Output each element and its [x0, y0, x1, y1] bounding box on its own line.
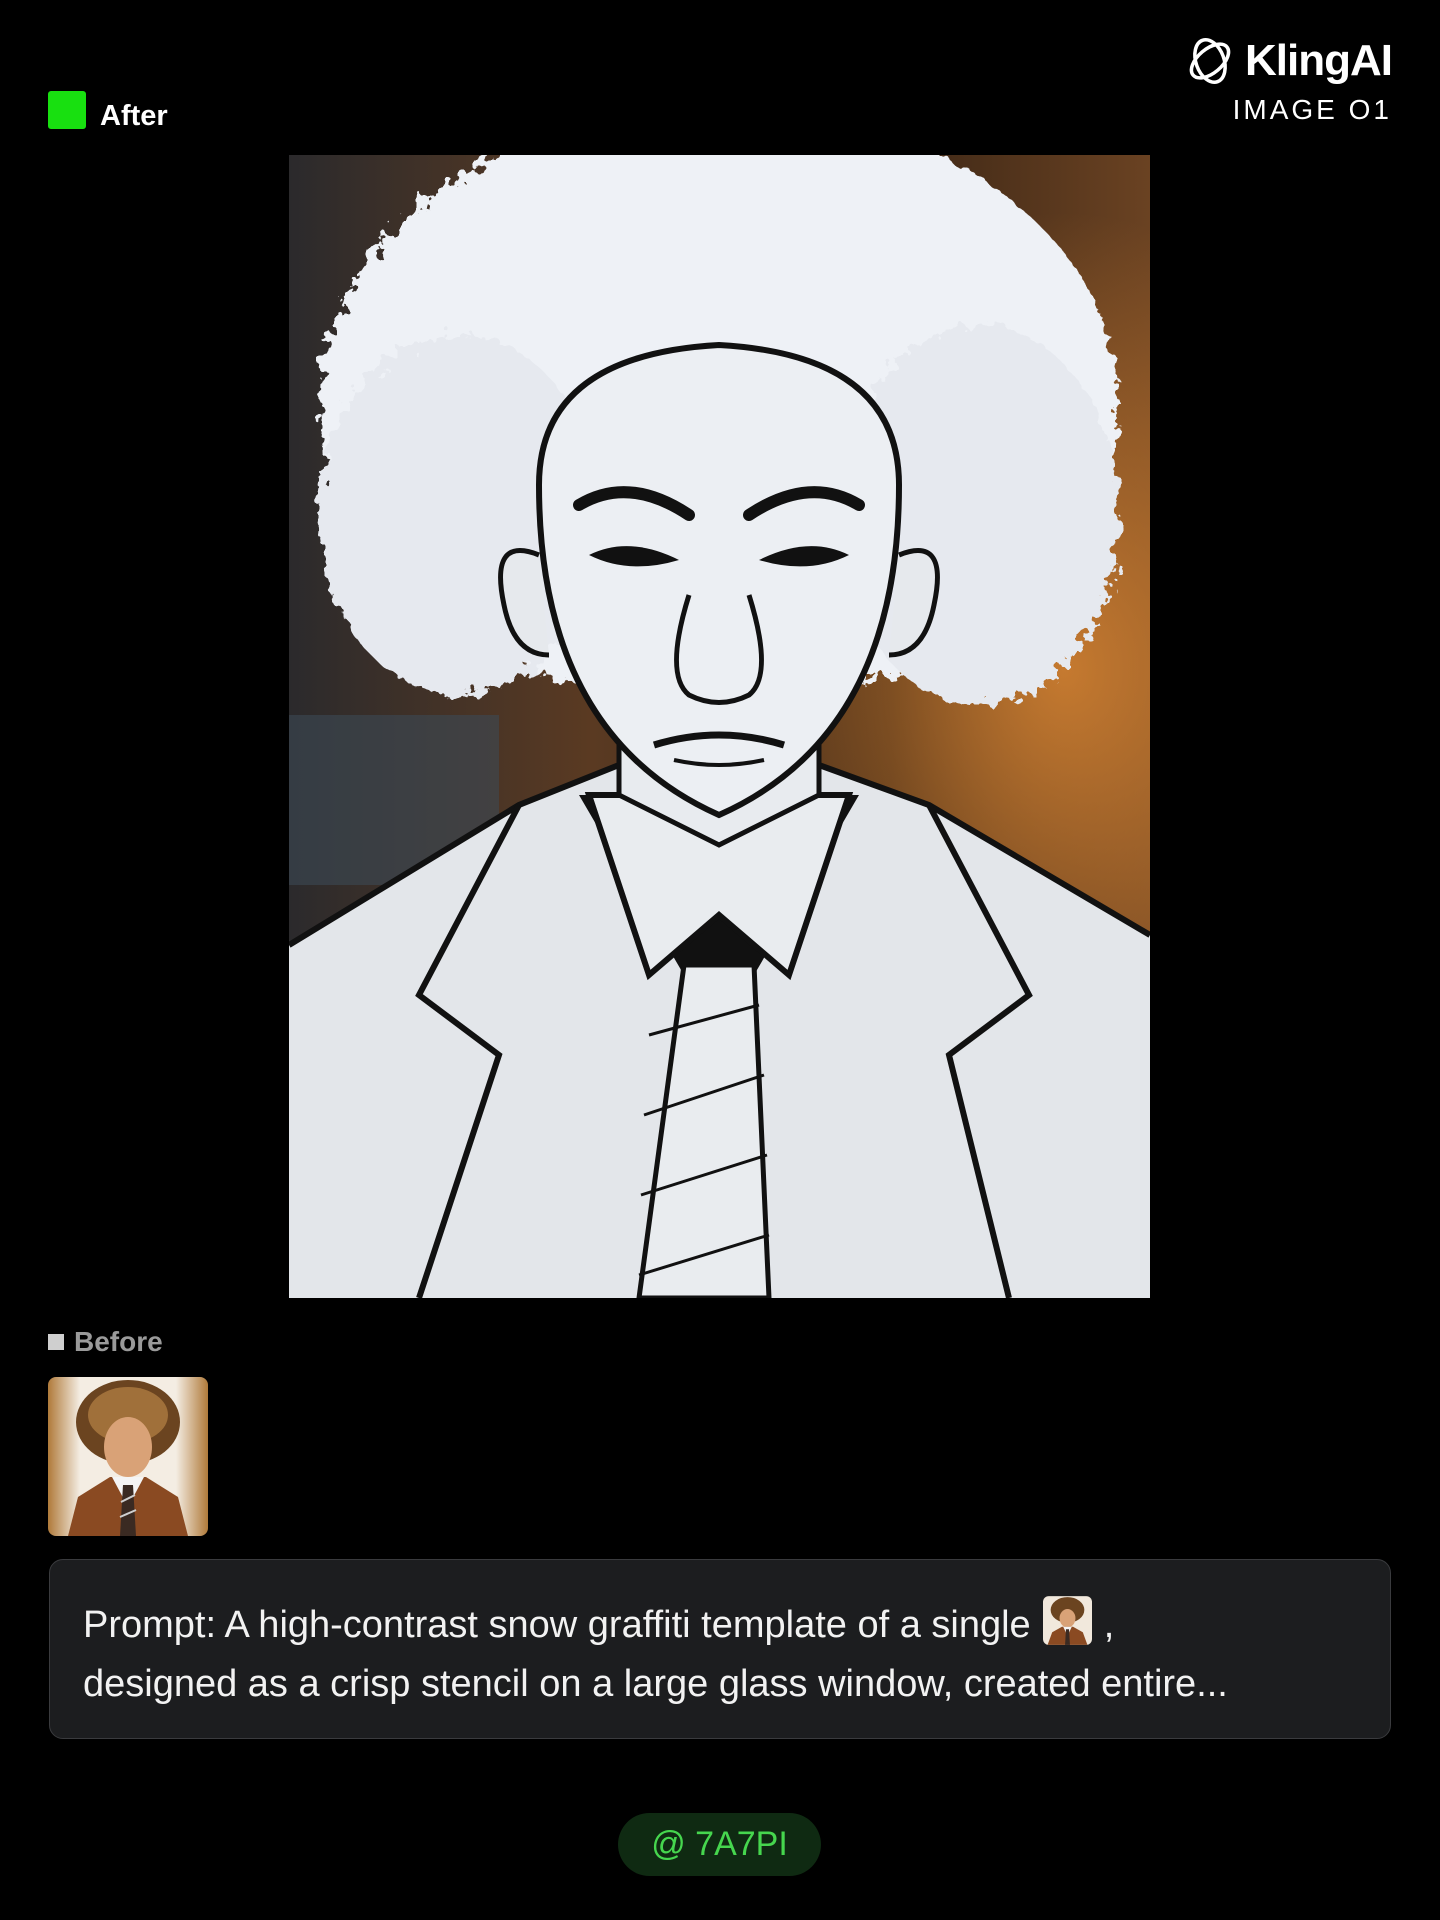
brand-name: KlingAI: [1245, 36, 1393, 85]
result-image: [289, 155, 1150, 1298]
prompt-line-2: designed as a crisp stencil on a large g…: [83, 1663, 1228, 1705]
model-name: IMAGE O1: [1232, 94, 1392, 125]
reference-image-chip[interactable]: [1042, 1596, 1092, 1645]
green-square-icon: [48, 90, 86, 129]
author-tag[interactable]: @ 7A7PI: [618, 1813, 821, 1876]
reference-portrait-icon: [1042, 1596, 1092, 1645]
original-portrait-image: [48, 1377, 208, 1536]
prompt-box: Prompt: A high-contrast snow graffiti te…: [49, 1559, 1391, 1739]
gray-square-icon: [48, 1334, 64, 1350]
kling-logo-icon: [1189, 38, 1231, 84]
after-label-text: After: [100, 100, 168, 132]
snow-stencil-portrait-image: [289, 155, 1150, 1298]
prompt-text-comma: ,: [1103, 1604, 1115, 1646]
before-label: Before: [48, 1326, 163, 1358]
before-label-text: Before: [74, 1326, 163, 1357]
after-label: After: [48, 86, 168, 133]
before-thumbnail[interactable]: [48, 1377, 208, 1536]
brand: KlingAI IMAGE O1: [1183, 34, 1393, 126]
prompt-line-1: Prompt: A high-contrast snow graffiti te…: [83, 1596, 1357, 1655]
prompt-text-start: Prompt: A high-contrast snow graffiti te…: [83, 1604, 1031, 1646]
